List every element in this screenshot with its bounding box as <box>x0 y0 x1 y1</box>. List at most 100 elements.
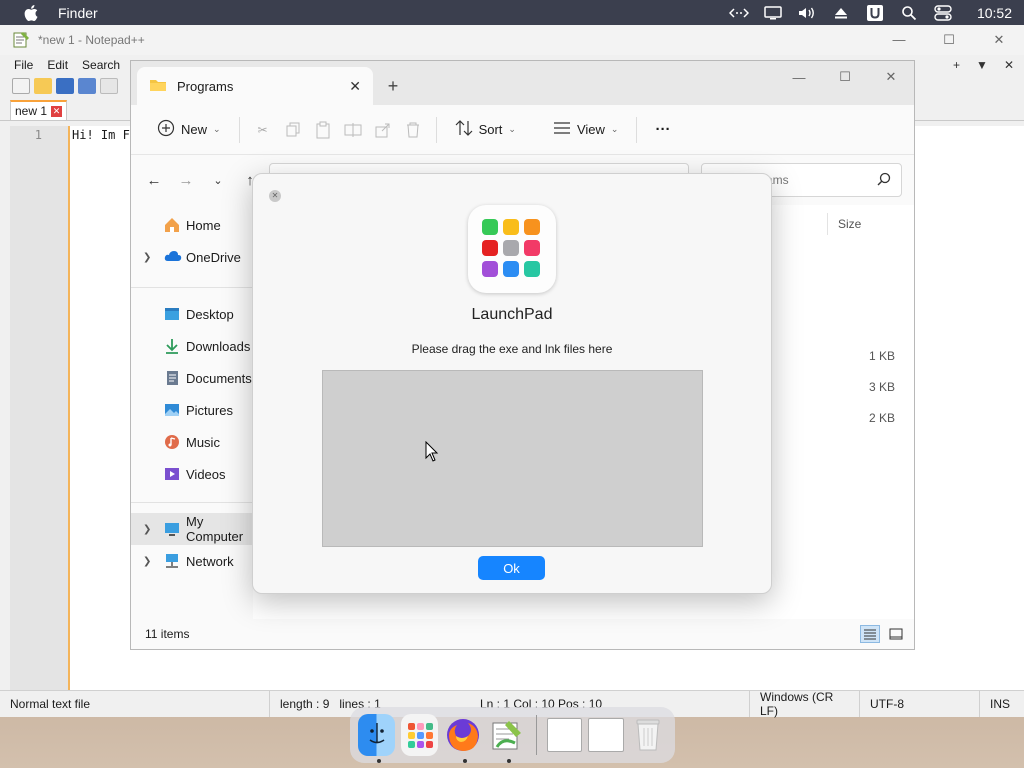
sidebar-item-onedrive[interactable]: ❯ OneDrive <box>131 241 253 273</box>
apple-icon[interactable] <box>22 3 42 23</box>
maximize-icon[interactable]: ☐ <box>822 65 868 89</box>
save-all-icon[interactable] <box>78 78 96 94</box>
notepad-titlebar[interactable]: *new 1 - Notepad++ — ☐ ✕ <box>0 25 1024 55</box>
sidebar-item-downloads[interactable]: Downloads <box>131 330 253 362</box>
launchpad-tile <box>503 240 519 256</box>
launchpad-icon[interactable] <box>401 714 439 756</box>
share-icon[interactable] <box>370 119 396 141</box>
tiles-view-icon[interactable] <box>886 625 906 643</box>
close-doc-icon[interactable]: ✕ <box>1004 58 1014 72</box>
close-window-icon[interactable]: ✕ <box>868 65 914 89</box>
volume-icon[interactable] <box>797 4 817 22</box>
close-file-icon[interactable] <box>100 78 118 94</box>
explorer-tab-programs[interactable]: Programs ✕ <box>137 67 373 105</box>
sidebar-item-desktop[interactable]: Desktop <box>131 298 253 330</box>
chevron-right-icon[interactable]: ❯ <box>143 556 151 567</box>
menu-search[interactable]: Search <box>82 58 120 72</box>
tab-list-icon[interactable]: ▼ <box>976 58 988 72</box>
display-icon[interactable] <box>763 4 783 22</box>
more-icon: ··· <box>655 121 671 138</box>
plus-circle-icon <box>157 119 175 140</box>
search-icon <box>877 172 891 189</box>
item-count: 11 items <box>145 627 190 641</box>
maximize-icon[interactable]: ☐ <box>924 32 974 48</box>
view-label: View <box>576 122 605 137</box>
file-drop-zone[interactable] <box>322 370 703 547</box>
new-button[interactable]: New ⌄ <box>149 113 229 146</box>
delete-icon[interactable] <box>400 119 426 141</box>
sidebar-label: My Computer <box>186 514 244 544</box>
minimize-icon[interactable]: — <box>776 65 822 89</box>
menu-edit[interactable]: Edit <box>47 58 68 72</box>
sidebar-item-music[interactable]: Music <box>131 426 253 458</box>
eject-icon[interactable] <box>831 4 851 22</box>
firefox-icon[interactable] <box>444 714 482 763</box>
tab-close-icon[interactable]: ✕ <box>51 105 63 117</box>
sidebar-item-documents[interactable]: Documents <box>131 362 253 394</box>
menu-bar-clock[interactable]: 10:52 <box>977 5 1012 21</box>
launchpad-dialog: ✕ LaunchPad Please drag the exe and lnk … <box>252 173 772 594</box>
u-menu-icon[interactable] <box>865 4 885 22</box>
open-file-icon[interactable] <box>34 78 52 94</box>
menu-file[interactable]: File <box>14 58 33 72</box>
recent-locations-chevron-icon[interactable]: ⌄ <box>205 167 231 193</box>
forward-arrow-icon[interactable]: → <box>173 167 199 193</box>
launchpad-tile <box>482 240 498 256</box>
notepadpp-icon[interactable] <box>488 714 525 763</box>
sort-label: Sort <box>478 122 503 137</box>
search-icon[interactable] <box>899 4 919 22</box>
view-button[interactable]: View ⌄ <box>545 115 627 144</box>
new-label: New <box>181 122 208 137</box>
sidebar-item-pictures[interactable]: Pictures <box>131 394 253 426</box>
file-size: 3 KB <box>868 380 895 394</box>
new-tab-button[interactable]: + <box>373 67 413 105</box>
minimized-window-thumbnail[interactable] <box>588 718 624 752</box>
sidebar-label: Music <box>186 434 220 450</box>
notepad-app-icon <box>12 31 30 49</box>
tab-label: new 1 <box>15 104 48 118</box>
sort-button[interactable]: Sort ⌄ <box>447 114 524 145</box>
close-tab-icon[interactable]: ✕ <box>349 78 361 95</box>
cut-icon[interactable]: ✂ <box>250 119 276 141</box>
folder-icon <box>149 78 167 95</box>
tab-new-1[interactable]: new 1 ✕ <box>10 100 68 120</box>
add-tab-icon[interactable]: + <box>953 58 960 72</box>
chevron-right-icon[interactable]: ❯ <box>143 252 151 263</box>
sidebar-item-my-computer[interactable]: ❯ My Computer <box>131 513 253 545</box>
explorer-status-bar: 11 items <box>131 619 914 649</box>
close-icon[interactable]: ✕ <box>269 190 281 202</box>
column-header-size[interactable]: Size <box>827 213 907 235</box>
sidebar-item-home[interactable]: Home <box>131 209 253 241</box>
sidebar-label: Documents <box>186 370 252 386</box>
document-icon <box>164 370 180 386</box>
paste-icon[interactable] <box>310 119 336 141</box>
chevron-right-icon[interactable]: ❯ <box>143 524 151 535</box>
control-center-icon[interactable] <box>933 4 953 22</box>
mouse-pointer-icon <box>425 440 439 463</box>
ok-button[interactable]: Ok <box>478 556 545 580</box>
running-indicator <box>377 759 381 763</box>
details-view-icon[interactable] <box>860 625 880 643</box>
active-app-name[interactable]: Finder <box>58 5 98 21</box>
save-icon[interactable] <box>56 78 74 94</box>
trash-icon[interactable] <box>630 714 667 756</box>
close-icon[interactable]: ✕ <box>974 32 1024 48</box>
line-number-gutter: 1 <box>10 126 68 690</box>
explorer-tab-title: Programs <box>177 78 234 94</box>
new-file-icon[interactable] <box>12 78 30 94</box>
onedrive-cloud-icon <box>164 249 182 265</box>
launchpad-tile <box>503 261 519 277</box>
status-encoding: UTF-8 <box>860 691 980 717</box>
status-length: length : 9 <box>280 697 330 711</box>
more-options-button[interactable]: ··· <box>647 115 678 144</box>
launchpad-tile <box>503 219 519 235</box>
finder-icon[interactable] <box>358 714 396 763</box>
minimized-window-thumbnail[interactable] <box>546 718 583 752</box>
code-arrows-icon[interactable] <box>728 4 749 22</box>
minimize-icon[interactable]: — <box>874 32 924 48</box>
sidebar-item-network[interactable]: ❯ Network <box>131 545 253 577</box>
copy-icon[interactable] <box>280 119 306 141</box>
back-arrow-icon[interactable]: ← <box>141 167 167 193</box>
sidebar-item-videos[interactable]: Videos <box>131 458 253 490</box>
rename-icon[interactable] <box>340 119 366 141</box>
